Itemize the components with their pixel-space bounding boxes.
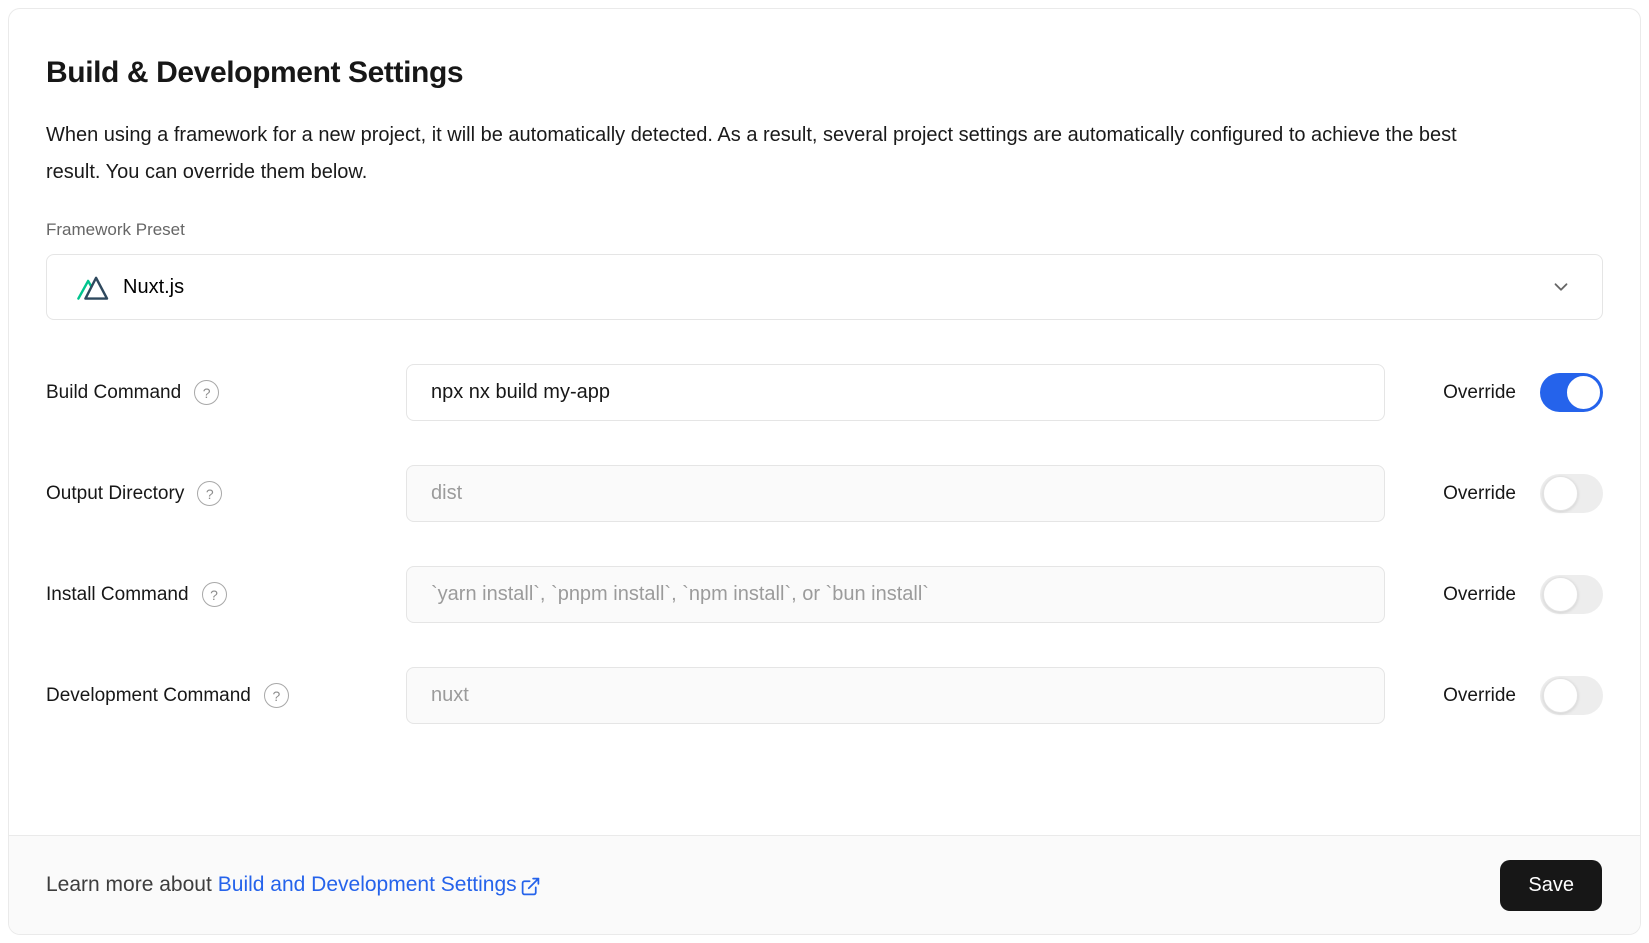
development-command-override: Override: [1385, 676, 1603, 715]
build-command-input[interactable]: [406, 364, 1385, 421]
build-command-label: Build Command ?: [46, 380, 406, 405]
output-directory-override: Override: [1385, 474, 1603, 513]
override-label: Override: [1443, 382, 1516, 404]
override-label: Override: [1443, 685, 1516, 707]
build-command-override: Override: [1385, 373, 1603, 412]
help-icon[interactable]: ?: [264, 683, 289, 708]
page-title: Build & Development Settings: [46, 53, 1603, 93]
install-command-label-text: Install Command: [46, 584, 189, 606]
learn-more-prefix: Learn more about: [46, 873, 212, 897]
output-directory-override-toggle[interactable]: [1540, 474, 1603, 513]
framework-preset-label: Framework Preset: [46, 219, 1603, 241]
install-command-override: Override: [1385, 575, 1603, 614]
output-directory-row: Output Directory ? Override: [46, 465, 1603, 522]
development-command-input: [406, 667, 1385, 724]
nuxt-logo-icon: [77, 273, 109, 301]
development-command-row: Development Command ? Override: [46, 667, 1603, 724]
development-command-override-toggle[interactable]: [1540, 676, 1603, 715]
toggle-knob: [1566, 375, 1601, 410]
learn-more-text: Learn more about Build and Development S…: [46, 873, 541, 897]
help-icon[interactable]: ?: [202, 582, 227, 607]
chevron-down-icon: [1550, 276, 1572, 298]
build-command-row: Build Command ? Override: [46, 364, 1603, 421]
build-command-label-text: Build Command: [46, 382, 181, 404]
override-label: Override: [1443, 584, 1516, 606]
install-command-override-toggle[interactable]: [1540, 575, 1603, 614]
install-command-row: Install Command ? Override: [46, 566, 1603, 623]
toggle-knob: [1543, 678, 1578, 713]
help-icon[interactable]: ?: [197, 481, 222, 506]
output-directory-label: Output Directory ?: [46, 481, 406, 506]
card-body: Build & Development Settings When using …: [9, 9, 1640, 835]
toggle-knob: [1543, 577, 1578, 612]
framework-selected-name: Nuxt.js: [123, 276, 184, 299]
install-command-input: [406, 566, 1385, 623]
output-directory-input: [406, 465, 1385, 522]
development-command-label: Development Command ?: [46, 683, 406, 708]
override-label: Override: [1443, 483, 1516, 505]
save-button[interactable]: Save: [1500, 860, 1602, 911]
card-footer: Learn more about Build and Development S…: [9, 835, 1640, 934]
build-command-override-toggle[interactable]: [1540, 373, 1603, 412]
framework-preset-select[interactable]: Nuxt.js: [46, 254, 1603, 320]
learn-more-link[interactable]: Build and Development Settings: [218, 873, 541, 897]
panel-description: When using a framework for a new project…: [46, 117, 1491, 191]
learn-more-link-text: Build and Development Settings: [218, 873, 517, 897]
framework-selected-option: Nuxt.js: [77, 273, 184, 301]
external-link-icon: [520, 876, 541, 897]
help-icon[interactable]: ?: [194, 380, 219, 405]
toggle-knob: [1543, 476, 1578, 511]
build-settings-card: Build & Development Settings When using …: [8, 8, 1641, 935]
output-directory-label-text: Output Directory: [46, 483, 184, 505]
development-command-label-text: Development Command: [46, 685, 251, 707]
install-command-label: Install Command ?: [46, 582, 406, 607]
